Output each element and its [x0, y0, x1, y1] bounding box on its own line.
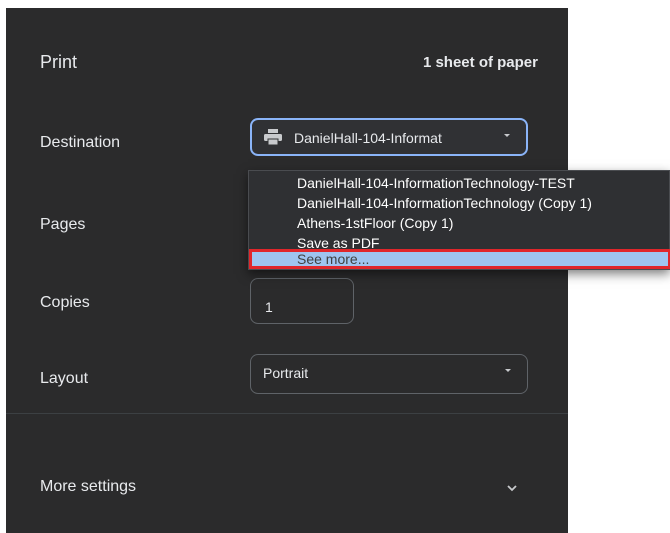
layout-label: Layout	[40, 370, 89, 387]
copies-label: Copies	[40, 294, 90, 311]
page-title: Print	[40, 52, 78, 72]
destination-select[interactable]: DanielHall-104-Informat	[250, 118, 528, 156]
copies-input[interactable]: 1	[250, 278, 354, 324]
pages-label: Pages	[40, 216, 86, 233]
chevron-down-icon	[505, 369, 511, 372]
dropdown-option[interactable]: DanielHall-104-InformationTechnology (Co…	[249, 193, 670, 213]
section-divider	[6, 413, 568, 414]
more-settings-label[interactable]: More settings	[40, 478, 136, 496]
preview-edge	[568, 0, 670, 12]
chevron-down-icon[interactable]	[506, 482, 518, 494]
dropdown-option[interactable]: Athens-1stFloor (Copy 1)	[249, 213, 670, 233]
print-settings-panel: Print 1 sheet of paper Destination Danie…	[6, 8, 568, 533]
dropdown-option[interactable]: DanielHall-104-InformationTechnology-TES…	[249, 173, 670, 193]
printer-icon	[264, 129, 282, 145]
layout-select[interactable]: Portrait	[250, 354, 528, 394]
print-preview	[568, 12, 670, 533]
destination-value: DanielHall-104-Informat	[294, 130, 442, 146]
destination-label: Destination	[40, 134, 121, 151]
sheet-count: 1 sheet of paper	[422, 54, 538, 71]
destination-dropdown: DanielHall-104-InformationTechnology-TES…	[248, 170, 670, 270]
chevron-down-icon	[504, 134, 510, 137]
copies-value: 1	[265, 299, 273, 315]
dropdown-option-see-more[interactable]: See more...	[249, 249, 670, 269]
layout-value: Portrait	[263, 365, 309, 381]
